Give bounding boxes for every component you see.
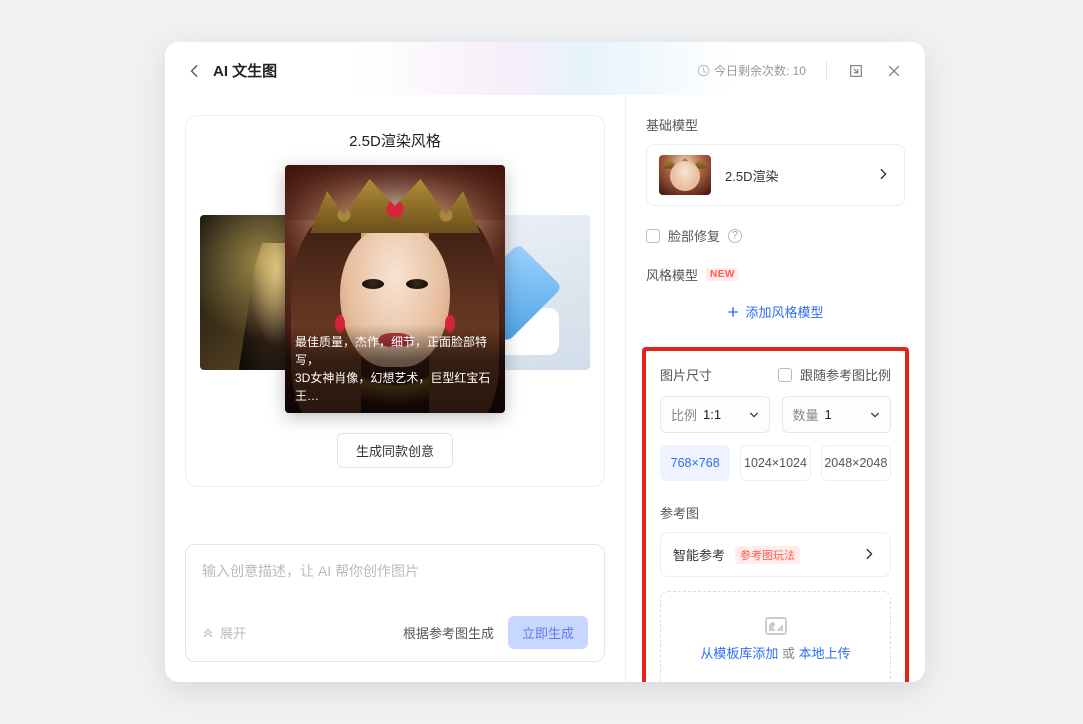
- dropzone-text: 从模板库添加 或 本地上传: [700, 643, 850, 662]
- size-chip-768[interactable]: 768×768: [660, 445, 730, 481]
- face-fix-checkbox-row[interactable]: 脸部修复 ?: [646, 226, 905, 245]
- base-model-label: 基础模型: [646, 115, 905, 134]
- prompt-input[interactable]: [202, 561, 588, 611]
- reference-section-label: 参考图: [660, 503, 891, 522]
- follow-ref-ratio-checkbox[interactable]: [778, 368, 792, 382]
- gallery: 最佳质量，杰作，细节，正面脸部特写， 3D女神肖像，幻想艺术，巨型红宝石王…: [200, 165, 590, 415]
- smart-reference-row[interactable]: 智能参考 参考图玩法: [660, 532, 891, 577]
- ratio-select-label: 比例: [671, 405, 697, 424]
- base-model-thumbnail: [659, 155, 711, 195]
- generate-now-button[interactable]: 立即生成: [508, 616, 588, 649]
- quota-indicator: 今日剩余次数: 10: [697, 62, 806, 79]
- count-select-label: 数量: [793, 405, 819, 424]
- size-chip-1024[interactable]: 1024×1024: [740, 445, 810, 481]
- page-title: AI 文生图: [213, 60, 277, 81]
- highlighted-settings: 图片尺寸 跟随参考图比例 比例 1:1 数量 1: [642, 347, 909, 682]
- smart-reference-label: 智能参考: [673, 545, 725, 564]
- chevron-right-icon: [862, 547, 878, 563]
- reference-badge: 参考图玩法: [735, 546, 800, 564]
- ai-text-to-image-modal: AI 文生图 今日剩余次数: 10 2.5D渲染风格: [165, 42, 925, 682]
- face-fix-row: 脸部修复 ?: [646, 226, 905, 245]
- dz-or: 或: [778, 646, 798, 661]
- generate-from-reference-link[interactable]: 根据参考图生成: [403, 623, 494, 642]
- count-select-value: 1: [825, 407, 832, 422]
- expand-toggle[interactable]: 展开: [202, 623, 246, 642]
- local-upload-link[interactable]: 本地上传: [799, 646, 851, 661]
- close-icon[interactable]: [885, 62, 903, 80]
- count-select[interactable]: 数量 1: [782, 396, 892, 433]
- base-model-section: 基础模型 2.5D渲染: [646, 115, 905, 206]
- chevron-right-icon: [876, 167, 892, 183]
- style-showcase: 2.5D渲染风格 最佳质量，杰: [185, 115, 605, 487]
- image-placeholder-icon: [765, 617, 787, 635]
- chevron-down-icon: [870, 410, 880, 420]
- image-size-label: 图片尺寸: [660, 365, 712, 384]
- caption-line-2: 3D女神肖像，幻想艺术，巨型红宝石王…: [295, 369, 495, 405]
- follow-ref-ratio-label: 跟随参考图比例: [800, 365, 891, 384]
- size-chip-2048[interactable]: 2048×2048: [821, 445, 891, 481]
- face-fix-checkbox[interactable]: [646, 229, 660, 243]
- style-model-label: 风格模型: [646, 265, 698, 284]
- style-model-section: 风格模型 NEW 添加风格模型: [646, 265, 905, 327]
- chevron-down-icon: [749, 410, 759, 420]
- ratio-select[interactable]: 比例 1:1: [660, 396, 770, 433]
- caption-line-1: 最佳质量，杰作，细节，正面脸部特写，: [295, 333, 495, 369]
- add-from-library-link[interactable]: 从模板库添加: [700, 646, 778, 661]
- reference-dropzone[interactable]: 从模板库添加 或 本地上传: [660, 591, 891, 682]
- quota-text: 今日剩余次数: 10: [714, 62, 806, 79]
- add-style-label: 添加风格模型: [745, 302, 823, 321]
- modal-header: AI 文生图 今日剩余次数: 10: [165, 42, 925, 95]
- gallery-thumb-main[interactable]: 最佳质量，杰作，细节，正面脸部特写， 3D女神肖像，幻想艺术，巨型红宝石王…: [285, 165, 505, 413]
- follow-ref-ratio-row[interactable]: 跟随参考图比例: [778, 365, 891, 384]
- pip-icon[interactable]: [847, 62, 865, 80]
- generate-same-style-button[interactable]: 生成同款创意: [337, 433, 453, 468]
- back-icon[interactable]: [187, 63, 203, 79]
- face-fix-label: 脸部修复: [668, 226, 720, 245]
- left-panel: 2.5D渲染风格 最佳质量，杰: [165, 95, 626, 682]
- base-model-card[interactable]: 2.5D渲染: [646, 144, 905, 206]
- showcase-title: 2.5D渲染风格: [349, 130, 441, 151]
- expand-label: 展开: [220, 623, 246, 642]
- prompt-box: 展开 根据参考图生成 立即生成: [185, 544, 605, 662]
- base-model-name: 2.5D渲染: [725, 166, 862, 185]
- new-badge: NEW: [706, 268, 739, 281]
- gallery-caption: 最佳质量，杰作，细节，正面脸部特写， 3D女神肖像，幻想艺术，巨型红宝石王…: [285, 325, 505, 413]
- ratio-select-value: 1:1: [703, 407, 721, 422]
- help-icon[interactable]: ?: [728, 229, 742, 243]
- right-panel: 基础模型 2.5D渲染 脸部修复 ? 风格模型: [626, 95, 925, 682]
- add-style-model-button[interactable]: 添加风格模型: [646, 296, 905, 327]
